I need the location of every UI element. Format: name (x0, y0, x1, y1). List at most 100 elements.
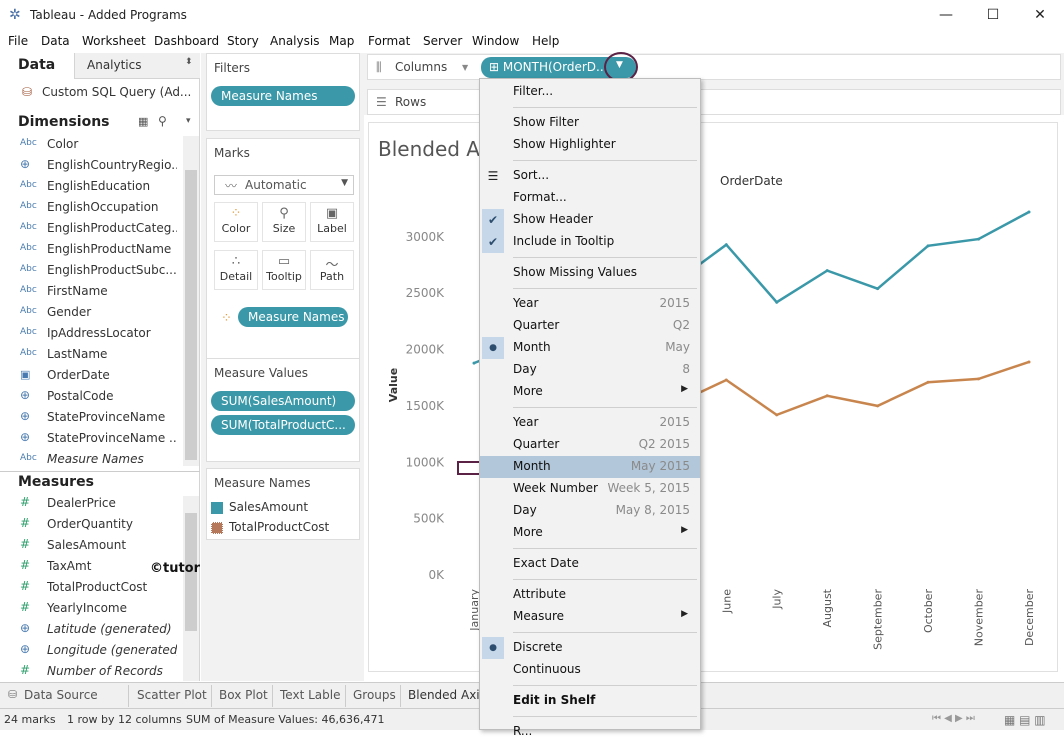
menu-item-month[interactable]: Month May 2015 (480, 456, 700, 478)
chevron-down-icon[interactable]: ▾ (186, 116, 191, 126)
field-dimensions-11[interactable]: ▣ OrderDate (0, 366, 183, 387)
field-dimensions-14[interactable]: ⊕ StateProvinceName ... (0, 429, 183, 450)
data-point[interactable] (472, 361, 476, 365)
menu-item-format[interactable]: Format... (480, 187, 700, 209)
field-dimensions-15[interactable]: Abc Measure Names (0, 450, 183, 471)
field-measures-1[interactable]: # OrderQuantity (0, 515, 183, 536)
menu-file[interactable]: File (8, 34, 28, 48)
menu-item-show-filter[interactable]: Show Filter (480, 112, 700, 134)
minimize-button[interactable]: — (926, 4, 966, 28)
menu-item-include-in-tooltip[interactable]: ✔ Include in Tooltip (480, 231, 700, 253)
close-button[interactable]: ✕ (1020, 4, 1060, 28)
search-icon[interactable]: ⚲ (158, 114, 167, 128)
menu-item-show-header[interactable]: ✔ Show Header (480, 209, 700, 231)
field-measures-4[interactable]: # TotalProductCost (0, 578, 183, 599)
menu-item-measure[interactable]: Measure ▶ (480, 606, 700, 628)
marks-pill-measure-names[interactable]: Measure Names (238, 307, 348, 327)
menu-item-r[interactable]: R... (480, 721, 700, 743)
menu-server[interactable]: Server (423, 34, 462, 48)
tab-blended-axis[interactable]: Blended Axis (408, 688, 486, 702)
marks-tooltip-button[interactable]: ▭ Tooltip (262, 250, 306, 290)
menu-item-edit-in-shelf[interactable]: Edit in Shelf (480, 690, 700, 712)
menu-item-day[interactable]: Day 8 (480, 359, 700, 381)
field-dimensions-10[interactable]: Abc LastName (0, 345, 183, 366)
columns-shelf[interactable]: ⫼ Columns ▼ ⊞ MONTH(OrderD... ▼ (367, 52, 1061, 82)
tab-box-plot[interactable]: Box Plot (219, 688, 268, 702)
data-point[interactable] (1027, 210, 1031, 214)
series-line-totalproductcost[interactable] (675, 360, 1030, 417)
field-dimensions-6[interactable]: Abc EnglishProductSubc... (0, 261, 183, 282)
data-point[interactable] (977, 237, 981, 241)
field-measures-7[interactable]: ⊕ Longitude (generated) (0, 641, 183, 662)
measure-value-pill-cost[interactable]: SUM(TotalProductC... (211, 415, 355, 435)
menu-item-week-number[interactable]: Week Number Week 5, 2015 (480, 478, 700, 500)
view-toggle-icon[interactable]: ▦ (138, 115, 148, 128)
menu-item-filter[interactable]: Filter... (480, 81, 700, 103)
field-measures-2[interactable]: # SalesAmount (0, 536, 183, 557)
menu-help[interactable]: Help (532, 34, 559, 48)
data-point[interactable] (775, 300, 779, 304)
menu-analysis[interactable]: Analysis (270, 34, 319, 48)
field-dimensions-7[interactable]: Abc FirstName (0, 282, 183, 303)
field-dimensions-9[interactable]: Abc IpAddressLocator (0, 324, 183, 345)
tab-data-source[interactable]: Data Source (24, 688, 98, 702)
tab-text-lable[interactable]: Text Lable (280, 688, 340, 702)
menu-item-quarter[interactable]: Quarter Q2 (480, 315, 700, 337)
data-point[interactable] (724, 378, 728, 382)
measure-value-pill-sales[interactable]: SUM(SalesAmount) (211, 391, 355, 411)
menu-item-discrete[interactable]: ● Discrete (480, 637, 700, 659)
data-point[interactable] (876, 287, 880, 291)
data-point[interactable] (926, 244, 930, 248)
menu-item-attribute[interactable]: Attribute (480, 584, 700, 606)
field-measures-5[interactable]: # YearlyIncome (0, 599, 183, 620)
mark-type-select[interactable]: 〰 Automatic ▼ (214, 175, 354, 195)
data-point[interactable] (724, 243, 728, 247)
pill-dropdown-arrow-icon[interactable]: ▼ (616, 60, 623, 70)
menu-item-show-missing-values[interactable]: Show Missing Values (480, 262, 700, 284)
menu-map[interactable]: Map (329, 34, 354, 48)
data-point[interactable] (926, 380, 930, 384)
marks-label-button[interactable]: ▣ Label (310, 202, 354, 242)
data-point[interactable] (1027, 360, 1031, 364)
tab-groups[interactable]: Groups (353, 688, 396, 702)
field-dimensions-1[interactable]: ⊕ EnglishCountryRegio... (0, 156, 183, 177)
menu-story[interactable]: Story (227, 34, 259, 48)
menu-dashboard[interactable]: Dashboard (154, 34, 219, 48)
field-dimensions-12[interactable]: ⊕ PostalCode (0, 387, 183, 408)
field-dimensions-2[interactable]: Abc EnglishEducation (0, 177, 183, 198)
field-dimensions-0[interactable]: Abc Color (0, 135, 183, 156)
data-point[interactable] (876, 404, 880, 408)
menu-data[interactable]: Data (41, 34, 70, 48)
marks-detail-button[interactable]: ∴ Detail (214, 250, 258, 290)
maximize-button[interactable]: ☐ (973, 4, 1013, 28)
marks-color-button[interactable]: ⁘ Color (214, 202, 258, 242)
data-point[interactable] (977, 377, 981, 381)
menu-worksheet[interactable]: Worksheet (82, 34, 146, 48)
marks-size-button[interactable]: ⚲ Size (262, 202, 306, 242)
menu-item-year[interactable]: Year 2015 (480, 293, 700, 315)
tab-data[interactable]: Data (0, 53, 74, 79)
menu-window[interactable]: Window (472, 34, 519, 48)
field-dimensions-5[interactable]: Abc EnglishProductName (0, 240, 183, 261)
layout-view-icons[interactable]: ▦ ▤ ▥ (1004, 713, 1046, 727)
field-dimensions-8[interactable]: Abc Gender (0, 303, 183, 324)
menu-item-year[interactable]: Year 2015 (480, 412, 700, 434)
menu-item-show-highlighter[interactable]: Show Highlighter (480, 134, 700, 156)
menu-item-exact-date[interactable]: Exact Date (480, 553, 700, 575)
menu-item-quarter[interactable]: Quarter Q2 2015 (480, 434, 700, 456)
field-measures-8[interactable]: # Number of Records (0, 662, 183, 683)
legend-label-cost[interactable]: TotalProductCost (229, 520, 329, 534)
menu-item-more[interactable]: More ▶ (480, 381, 700, 403)
field-dimensions-4[interactable]: Abc EnglishProductCateg... (0, 219, 183, 240)
field-dimensions-3[interactable]: Abc EnglishOccupation (0, 198, 183, 219)
menu-item-day[interactable]: Day May 8, 2015 (480, 500, 700, 522)
menu-item-continuous[interactable]: Continuous (480, 659, 700, 681)
dimensions-scroll-thumb[interactable] (185, 170, 197, 460)
data-point[interactable] (775, 413, 779, 417)
marks-path-button[interactable]: 〜 Path (310, 250, 354, 290)
filter-pill-measure-names[interactable]: Measure Names (211, 86, 355, 106)
datasource-name[interactable]: Custom SQL Query (Ad... (42, 85, 191, 99)
menu-item-month[interactable]: ● Month May (480, 337, 700, 359)
menu-format[interactable]: Format (368, 34, 410, 48)
sheet-nav-icons[interactable]: ⏮ ◀ ▶ ⏭ (932, 713, 975, 724)
